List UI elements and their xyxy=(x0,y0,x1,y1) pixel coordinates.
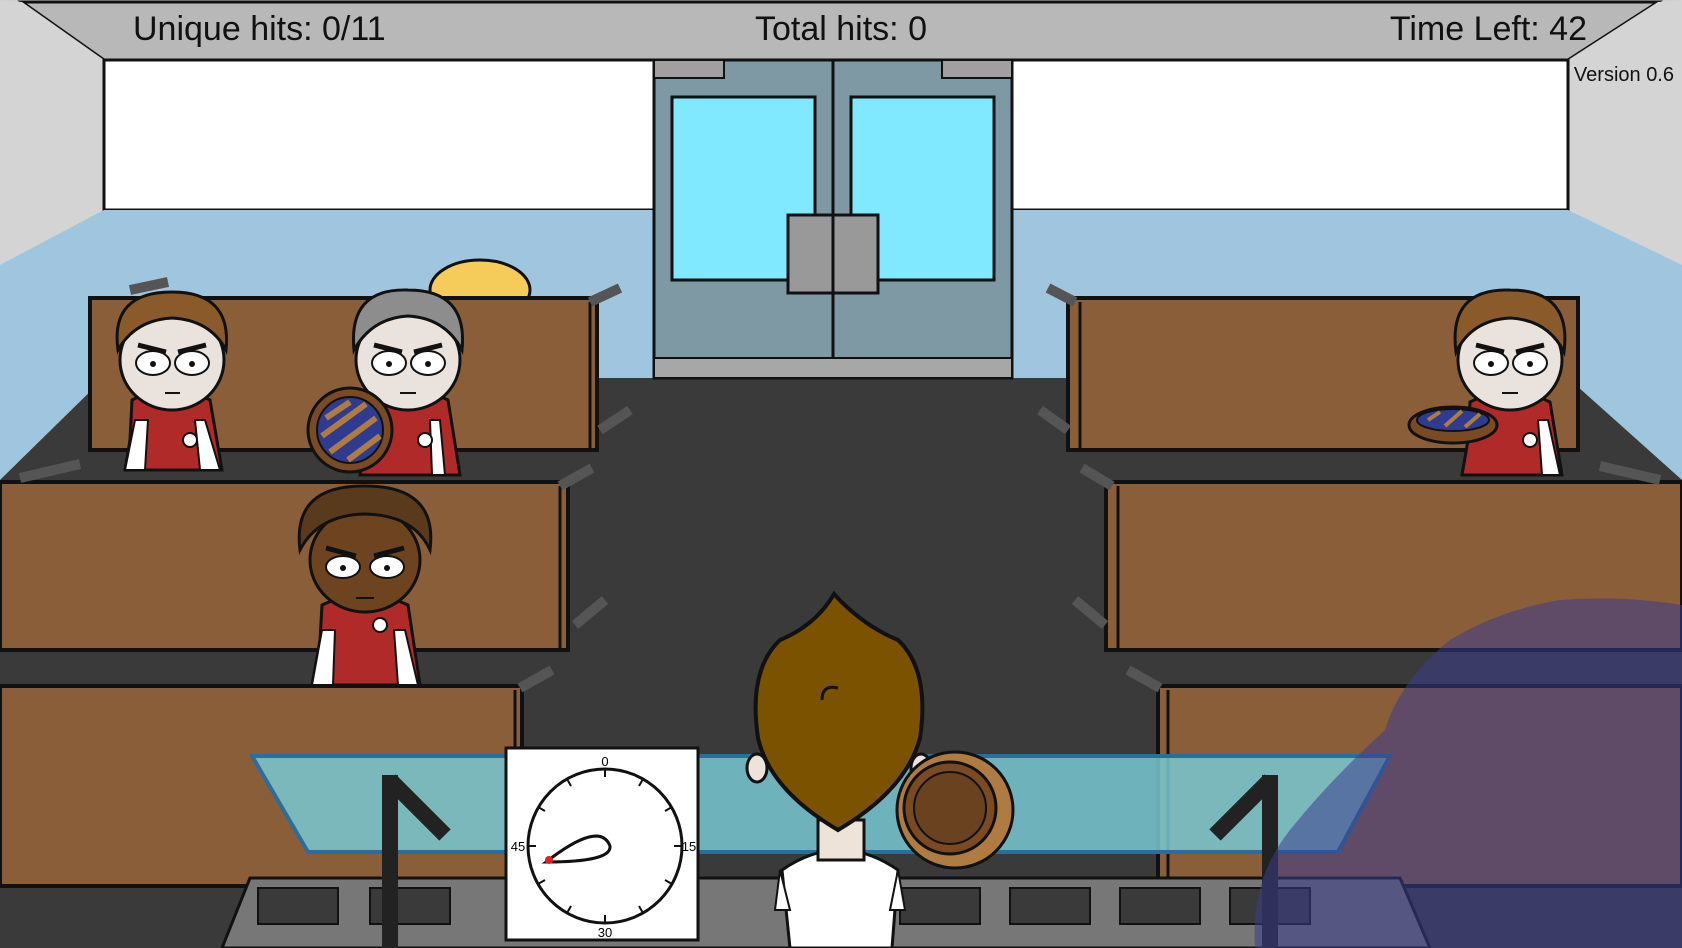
dial-hand-tip xyxy=(545,856,553,864)
dial-label-15: 15 xyxy=(682,839,696,854)
dial-label-30: 30 xyxy=(598,925,612,940)
dial-label-45: 45 xyxy=(511,839,525,854)
student-right-back[interactable] xyxy=(1453,288,1567,477)
dial-label-0: 0 xyxy=(601,754,608,769)
game-stage[interactable]: 0 15 30 45 Unique hits: 0/11 Total hits:… xyxy=(0,0,1682,948)
double-doors xyxy=(652,58,1014,380)
pie-projectile[interactable] xyxy=(306,386,394,474)
classroom-scene[interactable]: 0 15 30 45 xyxy=(0,0,1682,948)
time-left-counter: Time Left: 42 xyxy=(1389,10,1587,48)
player-pie[interactable] xyxy=(895,750,1015,870)
timer-dial: 0 15 30 45 xyxy=(504,746,700,942)
version-label: Version 0.6 xyxy=(1573,64,1674,86)
pie-held-right[interactable] xyxy=(1407,405,1499,445)
student-left-back-1[interactable] xyxy=(115,290,229,472)
student-left-middle[interactable] xyxy=(297,484,433,687)
desk-left-middle xyxy=(0,459,609,652)
